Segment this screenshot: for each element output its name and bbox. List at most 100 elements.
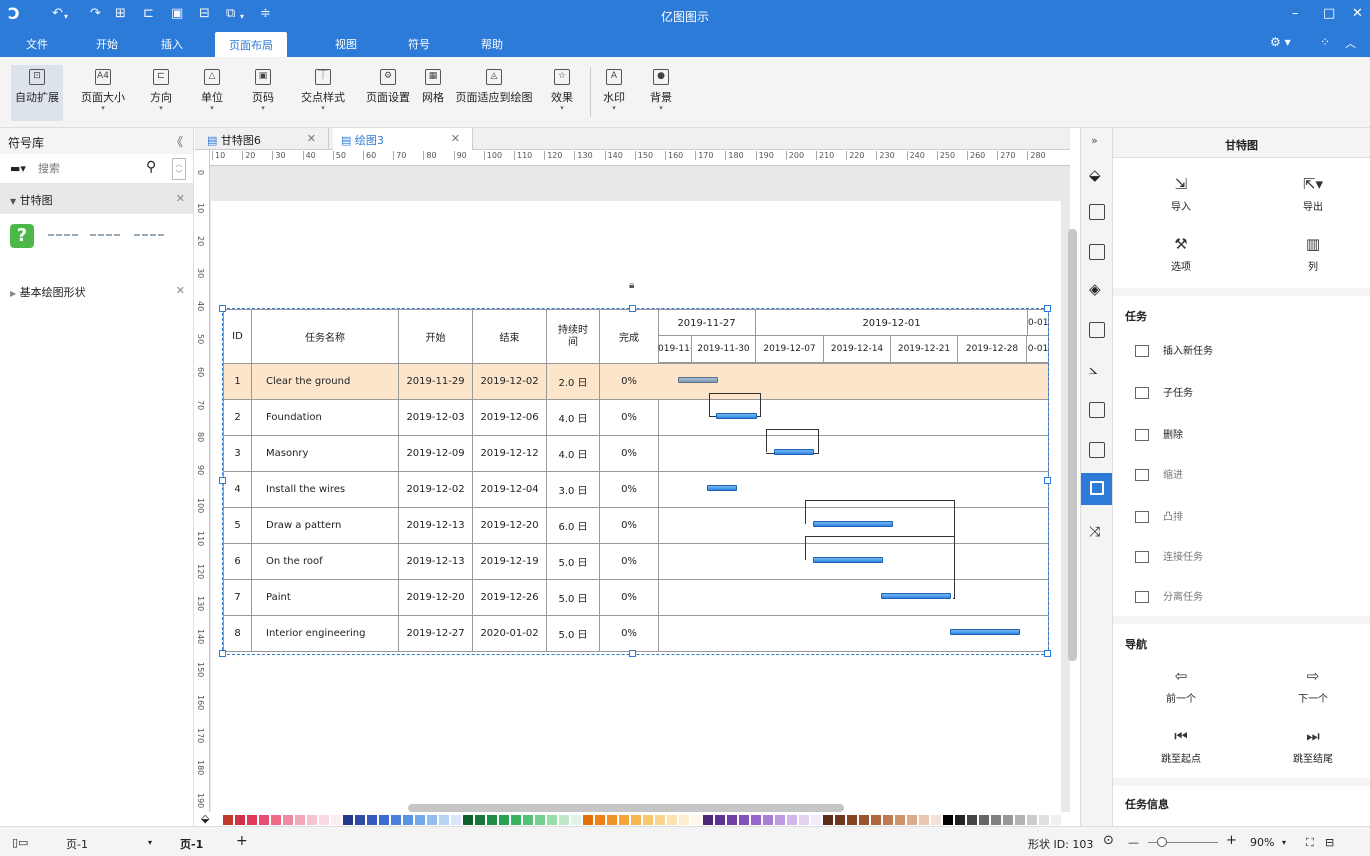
indent-button[interactable]: 缩进 bbox=[1135, 466, 1183, 481]
resize-handle[interactable] bbox=[1044, 477, 1051, 484]
page-number-button[interactable]: ▣ 页码 ▾ bbox=[242, 65, 284, 121]
color-swatch[interactable] bbox=[1027, 815, 1037, 825]
color-swatch[interactable] bbox=[523, 815, 533, 825]
color-swatch[interactable] bbox=[1015, 815, 1025, 825]
horizontal-scrollbar[interactable] bbox=[408, 804, 844, 812]
color-swatch[interactable] bbox=[667, 815, 677, 825]
color-swatch[interactable] bbox=[427, 815, 437, 825]
effects-button[interactable]: ☆ 效果 ▾ bbox=[543, 65, 581, 121]
export-button[interactable]: ⇱▾ 导出 bbox=[1273, 176, 1353, 213]
color-swatch[interactable] bbox=[499, 815, 509, 825]
color-swatch[interactable] bbox=[811, 815, 821, 825]
resize-handle[interactable] bbox=[1044, 650, 1051, 657]
color-swatch[interactable] bbox=[439, 815, 449, 825]
resize-handle[interactable] bbox=[629, 650, 636, 657]
background-button[interactable]: ● 背景 ▾ bbox=[643, 65, 679, 121]
page-dropdown[interactable]: 页-1 bbox=[66, 836, 88, 852]
close-icon[interactable]: ✕ bbox=[1352, 6, 1363, 21]
color-swatch[interactable] bbox=[511, 815, 521, 825]
color-swatch[interactable] bbox=[979, 815, 989, 825]
auto-expand-button[interactable]: ⊡ 自动扩展 bbox=[11, 65, 63, 121]
expand-panel-icon[interactable]: » bbox=[1091, 134, 1098, 147]
color-swatch[interactable] bbox=[295, 815, 305, 825]
color-swatch[interactable] bbox=[835, 815, 845, 825]
color-swatch[interactable] bbox=[583, 815, 593, 825]
color-swatch[interactable] bbox=[775, 815, 785, 825]
color-swatch[interactable] bbox=[415, 815, 425, 825]
go-to-end-button[interactable]: ⏭ 跳至结尾 bbox=[1273, 728, 1353, 765]
zoom-slider-thumb[interactable] bbox=[1157, 837, 1167, 847]
color-swatch[interactable] bbox=[739, 815, 749, 825]
color-palette[interactable]: ⬙ bbox=[195, 812, 1070, 826]
color-swatch[interactable] bbox=[487, 815, 497, 825]
collapse-panel-icon[interactable]: 《 bbox=[171, 133, 183, 150]
color-swatch[interactable] bbox=[463, 815, 473, 825]
zoom-in-button[interactable]: + bbox=[1226, 833, 1237, 848]
image-icon[interactable] bbox=[1089, 244, 1105, 260]
resize-handle[interactable] bbox=[629, 305, 636, 312]
menu-home[interactable]: 开始 bbox=[96, 36, 118, 52]
color-swatch[interactable] bbox=[307, 815, 317, 825]
add-page-button[interactable]: + bbox=[236, 833, 248, 849]
outdent-button[interactable]: 凸排 bbox=[1135, 508, 1183, 523]
maximize-icon[interactable]: □ bbox=[1323, 6, 1335, 21]
options-button[interactable]: ⚒ 选项 bbox=[1141, 236, 1221, 273]
symbol-search-input[interactable] bbox=[38, 160, 138, 178]
tab-drawing3[interactable]: ▤ 绘图3 ✕ bbox=[333, 128, 473, 150]
library-menu-icon[interactable]: ▬▾ bbox=[10, 162, 26, 175]
color-swatch[interactable] bbox=[247, 815, 257, 825]
layers-icon[interactable]: ◈ bbox=[1089, 280, 1101, 298]
link-tasks-button[interactable]: 连接任务 bbox=[1135, 548, 1203, 563]
close-tab-icon[interactable]: ✕ bbox=[307, 132, 316, 145]
gantt-shape-icon[interactable] bbox=[134, 234, 164, 238]
page-setup-button[interactable]: ⚙ 页面设置 bbox=[360, 65, 416, 121]
subtask-button[interactable]: 子任务 bbox=[1135, 384, 1193, 399]
fill-icon[interactable]: ⬙ bbox=[1089, 166, 1101, 184]
menu-symbol[interactable]: 符号 bbox=[408, 36, 430, 52]
insert-task-button[interactable]: 插入新任务 bbox=[1135, 342, 1213, 357]
color-swatch[interactable] bbox=[715, 815, 725, 825]
color-swatch[interactable] bbox=[367, 815, 377, 825]
go-to-start-button[interactable]: ⏮ 跳至起点 bbox=[1141, 728, 1221, 765]
table-icon[interactable] bbox=[1089, 402, 1105, 418]
color-swatch[interactable] bbox=[895, 815, 905, 825]
color-swatch[interactable] bbox=[271, 815, 281, 825]
gantt-help-shape-icon[interactable]: ? bbox=[10, 224, 34, 248]
color-swatch[interactable] bbox=[451, 815, 461, 825]
document-icon[interactable] bbox=[1089, 322, 1105, 338]
color-swatch[interactable] bbox=[643, 815, 653, 825]
color-swatch[interactable] bbox=[319, 815, 329, 825]
search-icon[interactable]: ⚲ bbox=[146, 159, 156, 175]
color-swatch[interactable] bbox=[787, 815, 797, 825]
color-swatch[interactable] bbox=[991, 815, 1001, 825]
color-swatch[interactable] bbox=[1039, 815, 1049, 825]
minimize-icon[interactable]: – bbox=[1292, 6, 1299, 21]
lock-icon[interactable]: 🔒︎ bbox=[629, 280, 634, 291]
vertical-scrollbar[interactable] bbox=[1068, 229, 1077, 661]
color-swatch[interactable] bbox=[391, 815, 401, 825]
delete-task-button[interactable]: 删除 bbox=[1135, 426, 1183, 441]
color-swatch[interactable] bbox=[799, 815, 809, 825]
color-swatch[interactable] bbox=[967, 815, 977, 825]
color-swatch[interactable] bbox=[379, 815, 389, 825]
resize-handle[interactable] bbox=[219, 305, 226, 312]
color-swatch[interactable] bbox=[607, 815, 617, 825]
zoom-level[interactable]: 90% bbox=[1250, 836, 1274, 849]
resize-handle[interactable] bbox=[1044, 305, 1051, 312]
library-section-basic[interactable]: ▶ 基本绘图形状 ✕ bbox=[0, 276, 193, 306]
color-swatch[interactable] bbox=[691, 815, 701, 825]
color-swatch[interactable] bbox=[883, 815, 893, 825]
color-swatch[interactable] bbox=[331, 815, 341, 825]
gantt-panel-icon[interactable] bbox=[1081, 473, 1113, 505]
menu-page-layout[interactable]: 页面布局 bbox=[215, 32, 287, 57]
color-swatch[interactable] bbox=[871, 815, 881, 825]
grid-button[interactable]: ▦ 网格 bbox=[418, 65, 448, 121]
menu-file[interactable]: 文件 bbox=[26, 36, 48, 52]
apps-icon[interactable]: ⁘ bbox=[1320, 35, 1330, 49]
page-list-icon[interactable]: ▯▭ bbox=[12, 836, 28, 849]
collapse-ribbon-icon[interactable]: ︿ bbox=[1345, 35, 1356, 51]
color-swatch[interactable] bbox=[595, 815, 605, 825]
menu-help[interactable]: 帮助 bbox=[481, 36, 503, 52]
scroll-arrows-icon[interactable]: ︿ ﹀ bbox=[172, 158, 186, 180]
color-swatch[interactable] bbox=[943, 815, 953, 825]
